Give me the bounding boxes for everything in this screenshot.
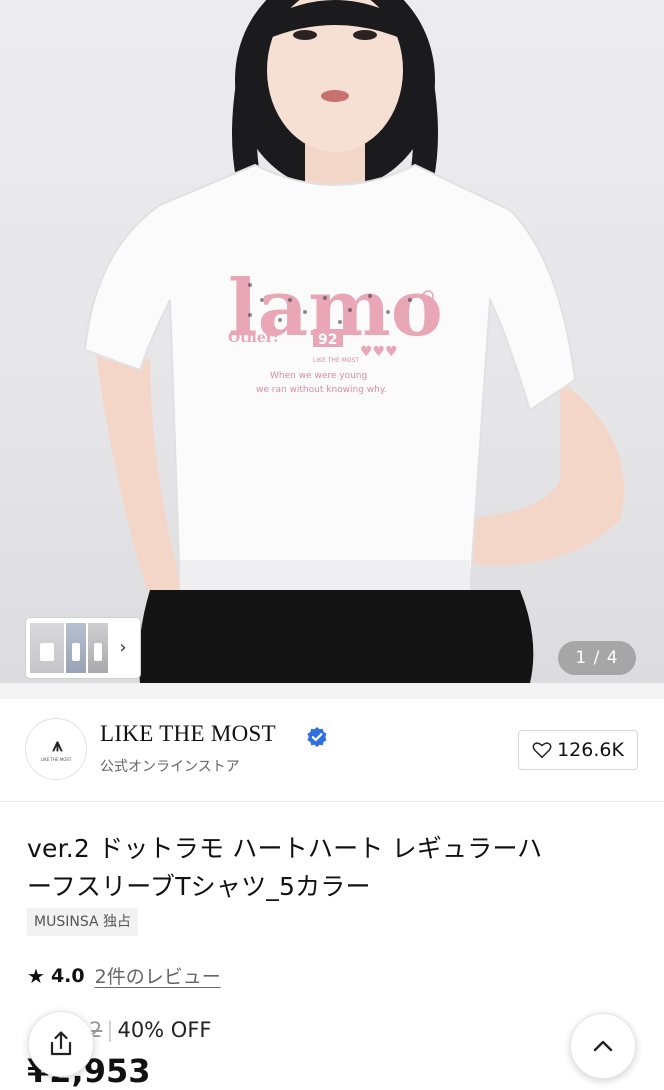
price-divider: | xyxy=(106,1018,114,1042)
brand-subtitle: 公式オンラインストア xyxy=(100,759,240,775)
product-title: ver.2 ドットラモ ハートハート レギュラーハ ーフスリーブTシャツ_5カラ… xyxy=(27,830,647,906)
star-icon: ★ xyxy=(27,963,45,988)
svg-text:Other:: Other: xyxy=(228,330,278,346)
rating-score: 4.0 xyxy=(50,964,85,987)
thumbnail-1[interactable] xyxy=(30,623,64,673)
svg-text:When we were young: When we were young xyxy=(270,371,367,381)
product-photo: lamo Other: 92 ♥♥♥ LIKE THE MOST When we… xyxy=(83,0,624,683)
brand-logo-mark: ⩚ xyxy=(52,734,62,756)
thumbnail-3[interactable] xyxy=(88,623,108,673)
chevron-up-icon xyxy=(593,1040,613,1052)
product-title-line-2: ーフスリーブTシャツ_5カラー xyxy=(27,872,371,901)
svg-text:92: 92 xyxy=(318,332,337,348)
section-divider xyxy=(0,683,664,699)
share-button[interactable] xyxy=(28,1011,94,1077)
scroll-top-button[interactable] xyxy=(570,1013,636,1079)
brand-row: ⩚ LIKE THE MOST LIKE THE MOST 公式オンラインストア… xyxy=(0,699,664,802)
discount-rate: 40% OFF xyxy=(117,1018,212,1042)
brand-logo[interactable]: ⩚ LIKE THE MOST xyxy=(25,718,87,780)
thumbnail-2[interactable] xyxy=(66,623,86,673)
rating-row: ★ 4.0 2件のレビュー xyxy=(27,962,221,989)
svg-text:♥♥♥: ♥♥♥ xyxy=(360,344,398,360)
exclusive-badge: MUSINSA 独占 xyxy=(27,908,138,936)
like-count: 126.6K xyxy=(557,739,624,761)
image-counter: 1 / 4 xyxy=(558,641,636,675)
heart-icon xyxy=(532,742,552,759)
reviews-link[interactable]: 2件のレビュー xyxy=(95,962,221,989)
product-image-gallery[interactable]: lamo Other: 92 ♥♥♥ LIKE THE MOST When we… xyxy=(0,0,664,683)
verified-badge-icon xyxy=(307,727,327,747)
share-icon xyxy=(50,1031,72,1056)
svg-text:LIKE THE MOST: LIKE THE MOST xyxy=(313,357,359,364)
svg-text:we ran without knowing why.: we ran without knowing why. xyxy=(256,385,387,395)
like-button[interactable]: 126.6K xyxy=(518,730,638,770)
thumbnail-strip[interactable]: › xyxy=(26,618,140,678)
brand-name[interactable]: LIKE THE MOST xyxy=(100,721,276,747)
brand-logo-text: LIKE THE MOST xyxy=(40,756,72,762)
product-title-line-1: ver.2 ドットラモ ハートハート レギュラーハ xyxy=(27,834,543,863)
chevron-right-icon[interactable]: › xyxy=(108,623,138,673)
